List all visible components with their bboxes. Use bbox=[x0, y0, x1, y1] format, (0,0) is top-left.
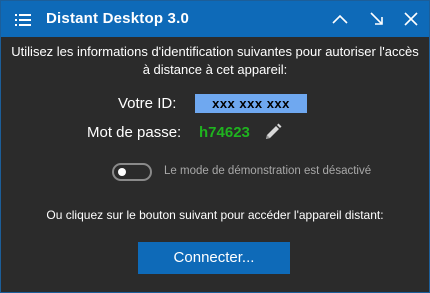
toggle-knob bbox=[118, 168, 126, 176]
collapse-button[interactable] bbox=[327, 7, 353, 31]
chevron-up-icon bbox=[332, 14, 348, 24]
menu-icon[interactable] bbox=[15, 13, 31, 26]
info-text: Utilisez les informations d'identificati… bbox=[1, 43, 429, 79]
connect-button[interactable]: Connecter... bbox=[138, 242, 290, 274]
demo-mode-toggle[interactable] bbox=[112, 163, 152, 181]
info-line-2: à distance à cet appareil: bbox=[142, 62, 288, 77]
minimize-button[interactable] bbox=[364, 7, 390, 31]
close-icon bbox=[404, 12, 418, 26]
password-value[interactable]: h74623 bbox=[199, 124, 250, 141]
close-button[interactable] bbox=[398, 7, 424, 31]
id-label: Votre ID: bbox=[118, 95, 177, 112]
window-title: Distant Desktop 3.0 bbox=[46, 10, 190, 27]
info-line-1: Utilisez les informations d'identificati… bbox=[11, 44, 419, 59]
id-value[interactable]: xxx xxx xxx bbox=[195, 94, 307, 113]
connect-prompt: Ou cliquez sur le bouton suivant pour ac… bbox=[46, 208, 384, 222]
demo-mode-label: Le mode de démonstration est désactivé bbox=[164, 165, 372, 177]
shrink-arrow-icon bbox=[370, 12, 383, 25]
title-bar: Distant Desktop 3.0 bbox=[1, 1, 429, 37]
password-label: Mot de passe: bbox=[87, 124, 182, 141]
app-window: Distant Desktop 3.0 Utilisez les informa… bbox=[0, 0, 430, 293]
pencil-icon[interactable] bbox=[263, 122, 283, 142]
